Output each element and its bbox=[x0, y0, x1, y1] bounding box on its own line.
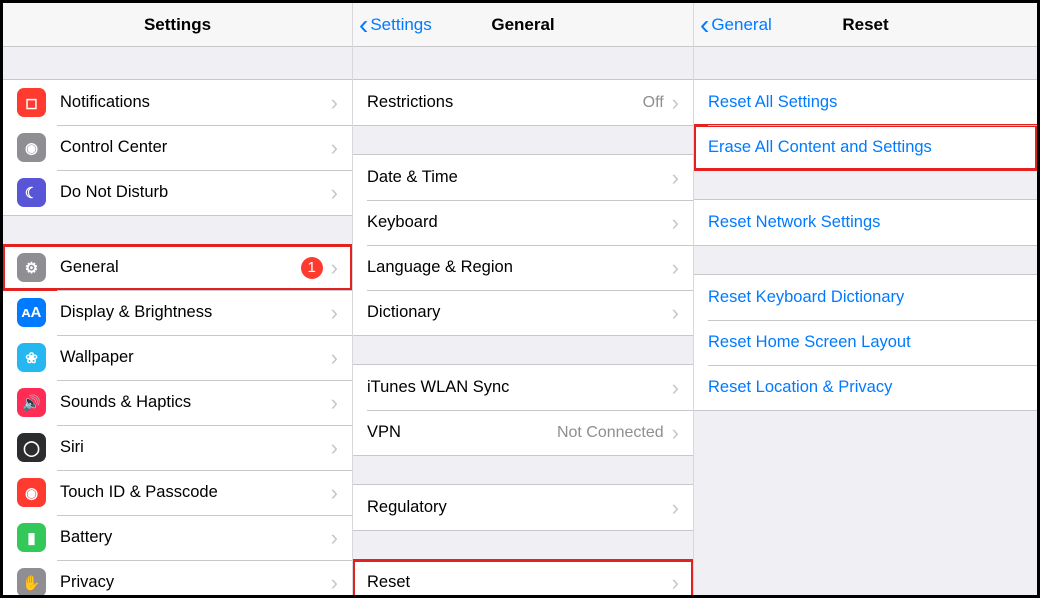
chevron-right-icon: › bbox=[331, 347, 338, 369]
row-touch-id-passcode[interactable]: ◉ Touch ID & Passcode› bbox=[3, 470, 352, 515]
row-do-not-disturb[interactable]: ☾ Do Not Disturb› bbox=[3, 170, 352, 215]
chevron-right-icon: › bbox=[331, 182, 338, 204]
chevron-left-icon: ‹ bbox=[700, 11, 709, 39]
row-siri[interactable]: ◯ Siri› bbox=[3, 425, 352, 470]
general-navbar: ‹ Settings General bbox=[353, 3, 693, 47]
chevron-right-icon: › bbox=[331, 572, 338, 594]
cell-detail: Off bbox=[643, 94, 664, 112]
reset-navbar: ‹ General Reset bbox=[694, 3, 1037, 47]
row-reset-keyboard-dictionary[interactable]: Reset Keyboard Dictionary bbox=[694, 275, 1037, 320]
wallpaper-icon: ❀ bbox=[17, 343, 46, 372]
cell-detail: Not Connected bbox=[557, 424, 664, 442]
cell-label: Wallpaper bbox=[60, 348, 331, 367]
settings-navbar: Settings bbox=[3, 3, 352, 47]
back-to-general[interactable]: ‹ General bbox=[694, 11, 772, 39]
cell-label: Privacy bbox=[60, 573, 331, 592]
settings-panel: Settings ◻︎Notifications›◉Control Center… bbox=[3, 3, 353, 595]
chevron-right-icon: › bbox=[672, 167, 679, 189]
cell-label: Date & Time bbox=[367, 168, 672, 187]
cell-label: Reset All Settings bbox=[708, 93, 1023, 112]
cell-label: Erase All Content and Settings bbox=[708, 138, 1023, 157]
row-regulatory[interactable]: Regulatory› bbox=[353, 485, 693, 530]
chevron-right-icon: › bbox=[331, 482, 338, 504]
cell-label: Reset Keyboard Dictionary bbox=[708, 288, 1023, 307]
chevron-right-icon: › bbox=[672, 92, 679, 114]
row-privacy[interactable]: ✋ Privacy› bbox=[3, 560, 352, 595]
chevron-right-icon: › bbox=[331, 437, 338, 459]
row-keyboard[interactable]: Keyboard› bbox=[353, 200, 693, 245]
chevron-right-icon: › bbox=[672, 497, 679, 519]
row-dictionary[interactable]: Dictionary› bbox=[353, 290, 693, 335]
row-battery[interactable]: ▮ Battery› bbox=[3, 515, 352, 560]
battery-icon: ▮ bbox=[17, 523, 46, 552]
settings-title: Settings bbox=[3, 15, 352, 35]
row-sounds-haptics[interactable]: 🔊 Sounds & Haptics› bbox=[3, 380, 352, 425]
row-vpn[interactable]: VPNNot Connected › bbox=[353, 410, 693, 455]
privacy-icon: ✋ bbox=[17, 568, 46, 595]
control-center-icon: ◉ bbox=[17, 133, 46, 162]
general-panel: ‹ Settings General RestrictionsOff › Date… bbox=[353, 3, 694, 595]
chevron-right-icon: › bbox=[331, 92, 338, 114]
row-reset[interactable]: Reset› bbox=[353, 560, 693, 595]
cell-label: Reset Home Screen Layout bbox=[708, 333, 1023, 352]
chevron-right-icon: › bbox=[672, 302, 679, 324]
cell-label: Reset bbox=[367, 573, 672, 592]
chevron-right-icon: › bbox=[672, 422, 679, 444]
row-display-brightness[interactable]: ᴀA Display & Brightness› bbox=[3, 290, 352, 335]
cell-label: Language & Region bbox=[367, 258, 672, 277]
cell-label: General bbox=[60, 258, 301, 277]
reset-panel: ‹ General Reset Reset All Settings Erase … bbox=[694, 3, 1037, 595]
row-date-time[interactable]: Date & Time› bbox=[353, 155, 693, 200]
cell-label: Siri bbox=[60, 438, 331, 457]
cell-label: VPN bbox=[367, 423, 557, 442]
three-panel-layout: Settings ◻︎Notifications›◉Control Center… bbox=[0, 0, 1040, 598]
chevron-right-icon: › bbox=[331, 392, 338, 414]
badge: 1 bbox=[301, 257, 323, 279]
chevron-right-icon: › bbox=[331, 527, 338, 549]
display-icon: ᴀA bbox=[17, 298, 46, 327]
cell-label: Restrictions bbox=[367, 93, 643, 112]
row-control-center[interactable]: ◉ Control Center› bbox=[3, 125, 352, 170]
cell-label: Dictionary bbox=[367, 303, 672, 322]
cell-label: Control Center bbox=[60, 138, 331, 157]
chevron-right-icon: › bbox=[672, 212, 679, 234]
row-notifications[interactable]: ◻︎ Notifications› bbox=[3, 80, 352, 125]
chevron-right-icon: › bbox=[672, 572, 679, 594]
row-itunes-wlan-sync[interactable]: iTunes WLAN Sync› bbox=[353, 365, 693, 410]
chevron-right-icon: › bbox=[331, 257, 338, 279]
row-reset-home-screen-layout[interactable]: Reset Home Screen Layout bbox=[694, 320, 1037, 365]
cell-label: Notifications bbox=[60, 93, 331, 112]
touchid-icon: ◉ bbox=[17, 478, 46, 507]
row-reset-all-settings[interactable]: Reset All Settings bbox=[694, 80, 1037, 125]
cell-label: Touch ID & Passcode bbox=[60, 483, 331, 502]
general-icon: ⚙ bbox=[17, 253, 46, 282]
cell-label: Battery bbox=[60, 528, 331, 547]
row-language-region[interactable]: Language & Region› bbox=[353, 245, 693, 290]
cell-label: Do Not Disturb bbox=[60, 183, 331, 202]
cell-label: Regulatory bbox=[367, 498, 672, 517]
cell-label: Display & Brightness bbox=[60, 303, 331, 322]
sounds-icon: 🔊 bbox=[17, 388, 46, 417]
chevron-right-icon: › bbox=[331, 302, 338, 324]
row-reset-network-settings[interactable]: Reset Network Settings bbox=[694, 200, 1037, 245]
row-erase-all-content-and-settings[interactable]: Erase All Content and Settings bbox=[694, 125, 1037, 170]
back-to-settings[interactable]: ‹ Settings bbox=[353, 11, 432, 39]
do-not-disturb-icon: ☾ bbox=[17, 178, 46, 207]
row-reset-location-privacy[interactable]: Reset Location & Privacy bbox=[694, 365, 1037, 410]
row-wallpaper[interactable]: ❀ Wallpaper› bbox=[3, 335, 352, 380]
row-restrictions[interactable]: RestrictionsOff › bbox=[353, 80, 693, 125]
cell-label: Sounds & Haptics bbox=[60, 393, 331, 412]
chevron-right-icon: › bbox=[672, 257, 679, 279]
cell-label: Reset Location & Privacy bbox=[708, 378, 1023, 397]
chevron-right-icon: › bbox=[672, 377, 679, 399]
chevron-left-icon: ‹ bbox=[359, 11, 368, 39]
row-general[interactable]: ⚙ General1 › bbox=[3, 245, 352, 290]
notifications-icon: ◻︎ bbox=[17, 88, 46, 117]
chevron-right-icon: › bbox=[331, 137, 338, 159]
cell-label: Reset Network Settings bbox=[708, 213, 1023, 232]
cell-label: iTunes WLAN Sync bbox=[367, 378, 672, 397]
cell-label: Keyboard bbox=[367, 213, 672, 232]
siri-icon: ◯ bbox=[17, 433, 46, 462]
